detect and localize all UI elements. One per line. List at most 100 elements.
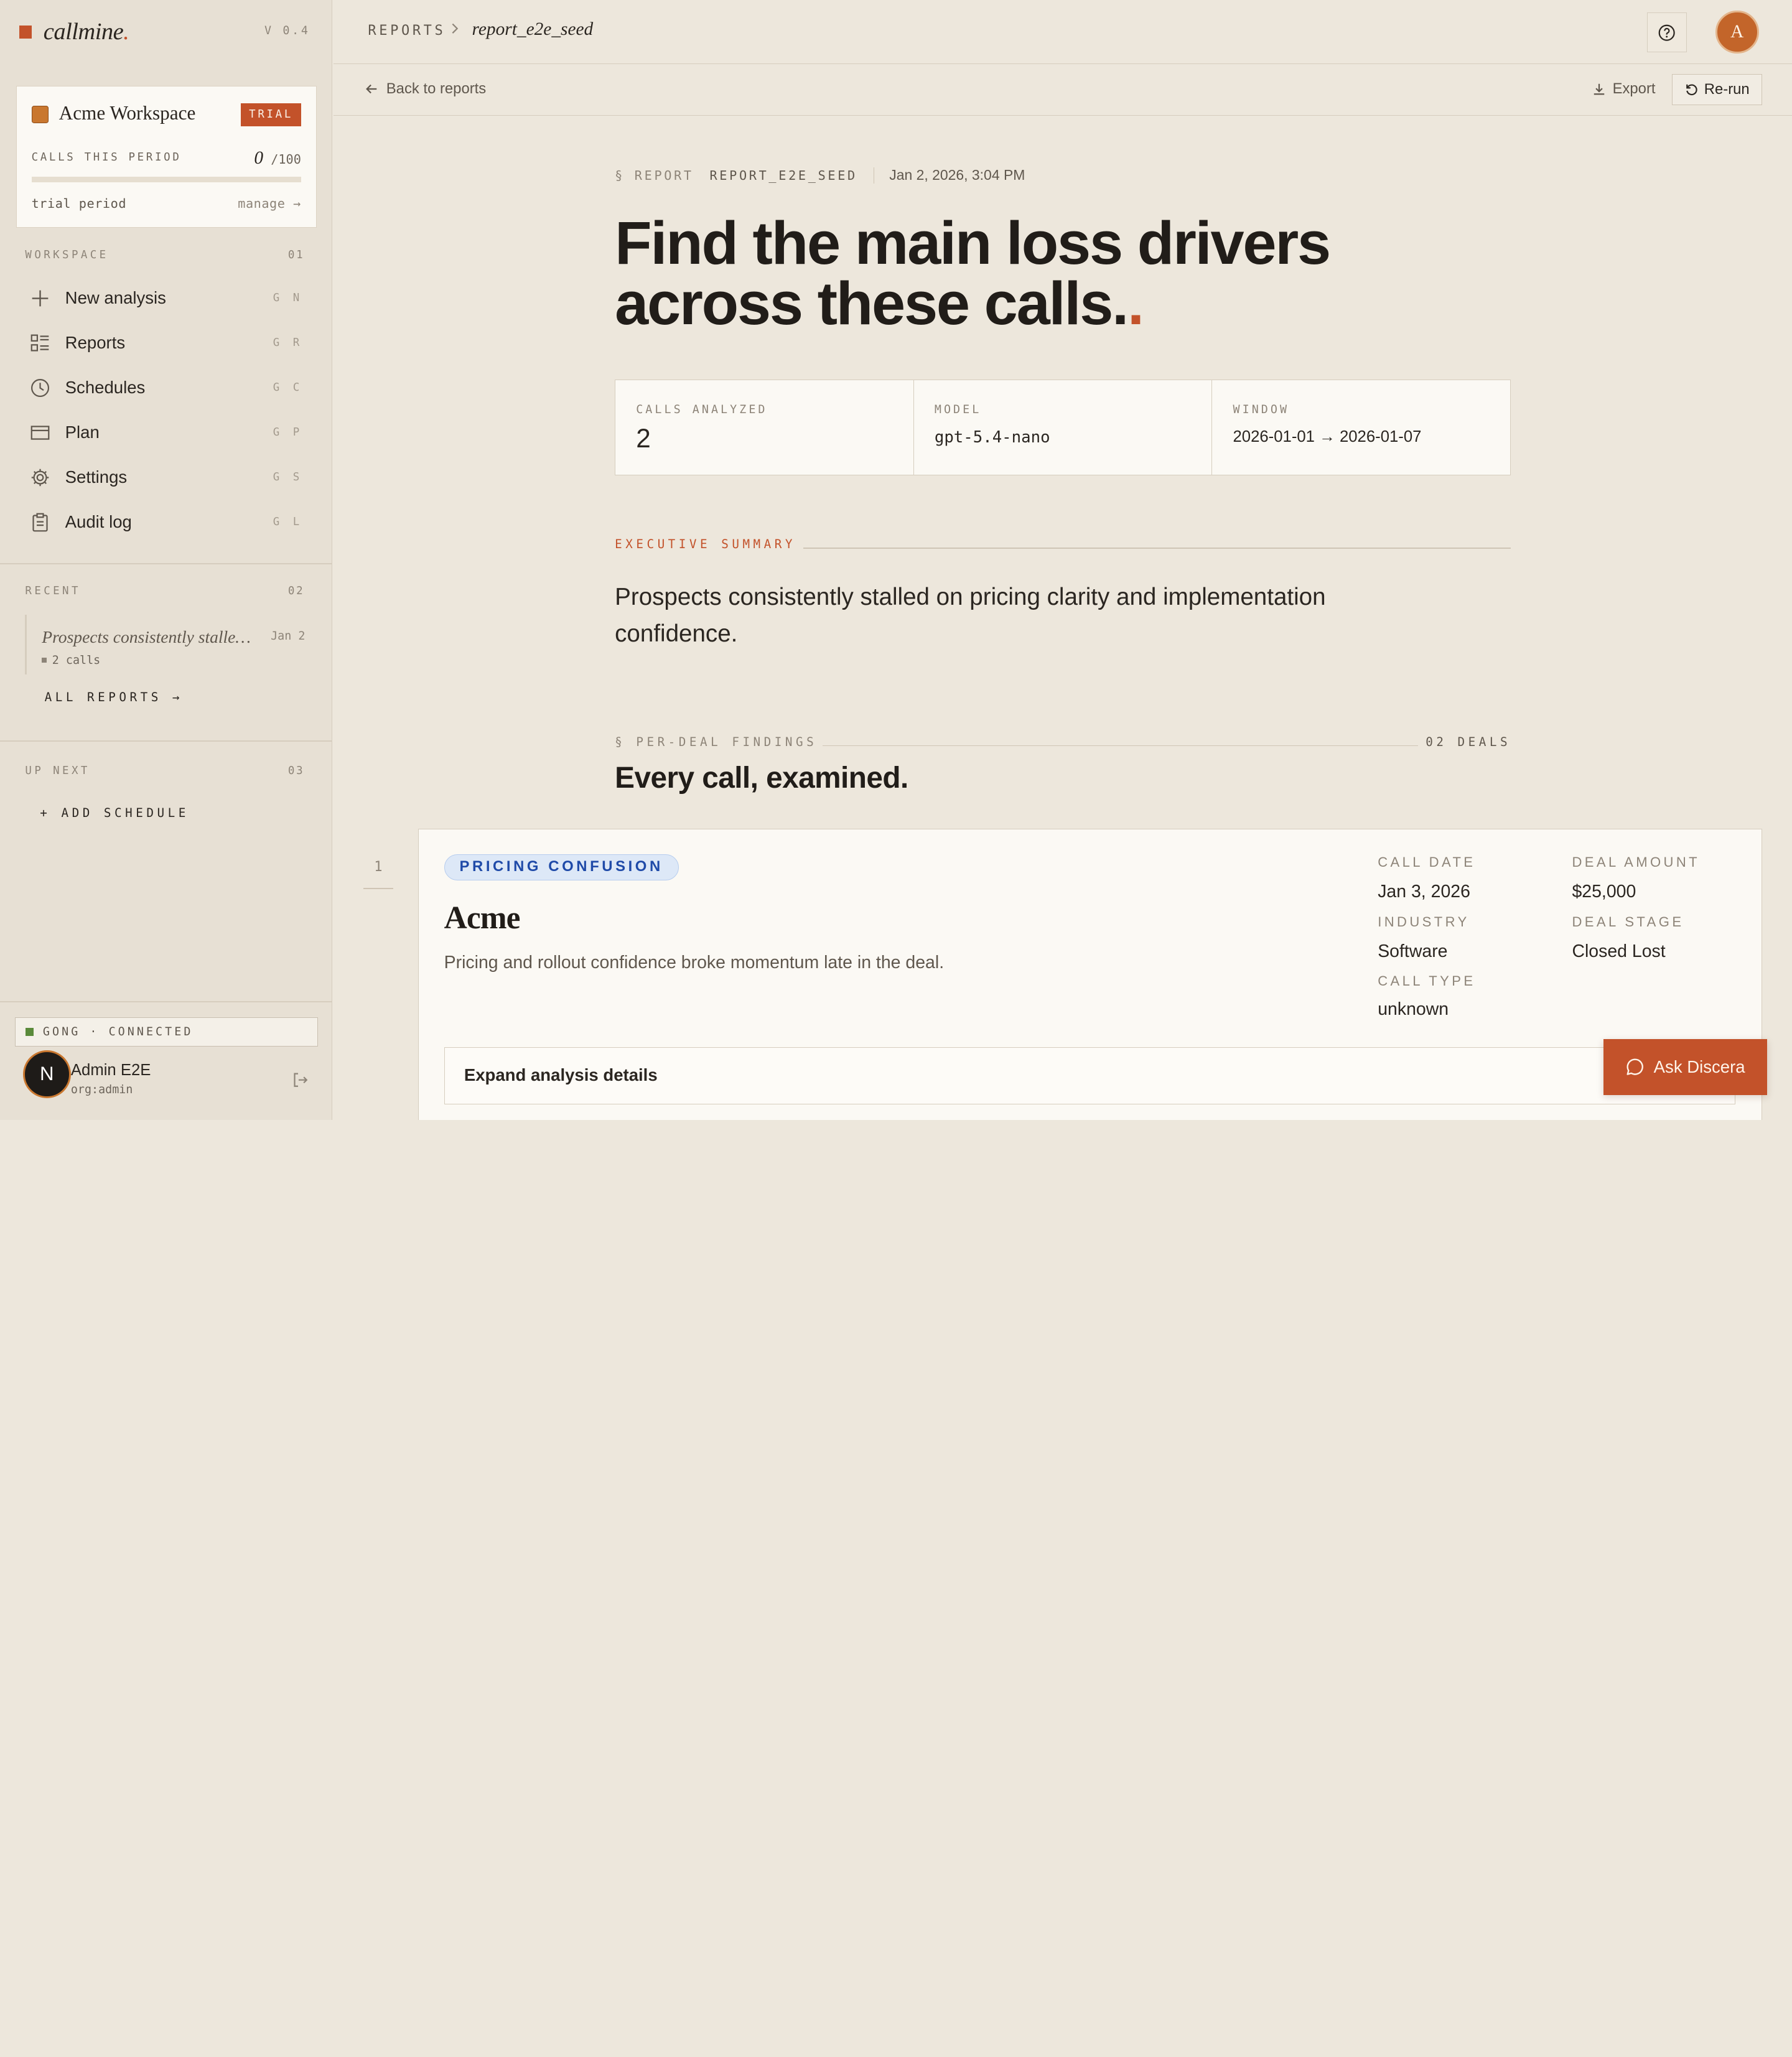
deal-summary: Pricing and rollout confidence broke mom… — [444, 952, 945, 973]
sidebar-item-label: New analysis — [65, 287, 166, 307]
stat-label: WINDOW — [1233, 403, 1290, 416]
export-button[interactable]: Export — [1592, 80, 1656, 98]
calls-period-value: 0 /100 — [254, 147, 301, 168]
workspace-name: Acme Workspace — [58, 102, 196, 124]
user-avatar[interactable]: N — [22, 1050, 71, 1099]
rerun-button[interactable]: Re-run — [1672, 74, 1763, 105]
breadcrumb-current: report_e2e_seed — [472, 19, 594, 40]
stat-calls-analyzed: CALLS ANALYZED 2 — [615, 380, 914, 475]
rerun-label: Re-run — [1704, 81, 1750, 98]
workspace-section-label: WORKSPACE — [25, 249, 109, 262]
sidebar-item-label: Reports — [65, 332, 126, 352]
back-to-reports-link[interactable]: Back to reports — [365, 80, 486, 98]
integration-status[interactable]: GONG · CONNECTED — [14, 1017, 318, 1047]
ask-discera-button[interactable]: Ask Discera — [1603, 1038, 1767, 1095]
per-deal-count: 02 DEALS — [1426, 734, 1511, 749]
recent-report-title: Prospects consistently stalled on pricin… — [42, 627, 254, 647]
refresh-icon — [1686, 84, 1697, 96]
clock-icon — [30, 378, 49, 397]
brand-mark-icon — [19, 26, 32, 39]
per-deal-title: Every call, examined. — [615, 762, 908, 795]
add-schedule-button[interactable]: + ADD SCHEDULE — [40, 806, 189, 820]
stat-model: MODEL gpt-5.4-nano — [914, 380, 1213, 475]
call-date-label: CALL DATE — [1378, 854, 1476, 870]
user-org: org:admin — [70, 1083, 133, 1097]
sidebar-item-settings[interactable]: Settings G S — [16, 455, 317, 500]
clipboard-icon — [32, 513, 48, 532]
shortcut-hint: G C — [273, 381, 303, 394]
brand-logo[interactable]: callmine. — [19, 18, 129, 45]
plus-icon — [32, 290, 49, 307]
shortcut-hint: G S — [273, 470, 303, 483]
recent-report-date: Jan 2 — [271, 630, 306, 643]
meta-divider — [873, 167, 875, 184]
sidebar-item-label: Plan — [65, 422, 100, 442]
per-deal-label: § PER-DEAL FINDINGS — [615, 734, 818, 749]
recent-section-label: RECENT — [25, 585, 81, 598]
sidebar-divider — [0, 1001, 333, 1002]
workspace-section-count: 01 — [287, 249, 305, 262]
chat-bubble-icon — [1626, 1058, 1643, 1075]
logout-icon[interactable] — [291, 1071, 309, 1089]
shortcut-hint: G N — [273, 291, 303, 304]
sidebar-item-new-analysis[interactable]: New analysis G N — [16, 276, 317, 320]
sidebar-item-audit-log[interactable]: Audit log G L — [16, 500, 317, 544]
shortcut-hint: G P — [273, 426, 303, 439]
sidebar-item-reports[interactable]: Reports G R — [16, 320, 317, 365]
recent-section-count: 02 — [287, 585, 305, 598]
chevron-right-icon — [452, 23, 459, 34]
top-bar: REPORTS report_e2e_seed A — [334, 0, 1792, 64]
account-avatar[interactable]: A — [1715, 10, 1759, 54]
deal-amount-label: DEAL AMOUNT — [1572, 854, 1701, 870]
industry-value: Software — [1378, 941, 1448, 961]
stat-label: CALLS ANALYZED — [636, 403, 768, 416]
executive-summary-label: EXECUTIVE SUMMARY — [615, 537, 796, 552]
sidebar-divider — [0, 740, 333, 742]
upnext-section-label: UP NEXT — [25, 764, 90, 777]
executive-summary-text: Prospects consistently stalled on pricin… — [615, 584, 1326, 647]
ask-discera-label: Ask Discera — [1653, 1056, 1745, 1076]
recent-report-item[interactable]: Prospects consistently stalled on pricin… — [25, 615, 316, 674]
sidebar-item-plan[interactable]: Plan G P — [16, 410, 317, 455]
report-headline: Find the main loss drivers across these … — [615, 208, 1331, 337]
list-icon — [30, 334, 49, 352]
connected-status-icon — [26, 1028, 34, 1036]
sidebar-item-label: Settings — [65, 467, 128, 487]
stat-value: 2026-01-01 → 2026-01-07 — [1233, 427, 1422, 445]
report-date: Jan 2, 2026, 3:04 PM — [889, 167, 1025, 184]
finding-tag: PRICING CONFUSION — [444, 854, 679, 881]
shortcut-hint: G L — [273, 515, 303, 528]
breadcrumb-reports[interactable]: REPORTS — [368, 23, 446, 39]
trial-period-text: trial period — [31, 196, 127, 212]
stat-window: WINDOW 2026-01-01 → 2026-01-07 — [1212, 380, 1510, 475]
export-label: Export — [1612, 80, 1656, 97]
manage-link[interactable]: manage → — [238, 196, 301, 211]
workspace-card[interactable]: Acme Workspace TRIAL CALLS THIS PERIOD 0… — [16, 85, 317, 228]
report-toolbar: Back to reports Export Re-run — [334, 65, 1792, 116]
report-id: REPORT_E2E_SEED — [709, 167, 857, 183]
call-type-label: CALL TYPE — [1378, 973, 1476, 989]
brand-name: callmine. — [43, 19, 129, 45]
stat-value: gpt-5.4-nano — [934, 427, 1050, 447]
sidebar: callmine. V 0.4 Acme Workspace TRIAL CAL… — [0, 0, 333, 1120]
call-date-value: Jan 3, 2026 — [1378, 882, 1470, 902]
help-button[interactable] — [1646, 12, 1687, 53]
user-name: Admin E2E — [70, 1061, 151, 1080]
call-type-value: unknown — [1378, 999, 1449, 1020]
deal-stage-value: Closed Lost — [1572, 941, 1666, 961]
section-rule — [823, 745, 1419, 747]
report-meta: § REPORT REPORT_E2E_SEED Jan 2, 2026, 3:… — [615, 167, 1025, 184]
expand-analysis-toggle[interactable]: Expand analysis details — [444, 1047, 1736, 1105]
upnext-section-count: 03 — [287, 764, 305, 777]
shortcut-hint: G R — [273, 336, 303, 349]
sidebar-item-schedules[interactable]: Schedules G C — [16, 365, 317, 410]
back-to-reports-label: Back to reports — [386, 80, 487, 97]
deal-index: 1 — [374, 859, 383, 875]
card-icon — [30, 426, 50, 440]
report-meta-prefix: § REPORT — [615, 167, 694, 183]
version-label: V 0.4 — [264, 24, 310, 37]
stat-label: MODEL — [934, 403, 982, 416]
all-reports-link[interactable]: ALL REPORTS → — [45, 690, 183, 704]
sidebar-item-label: Schedules — [65, 377, 146, 397]
calls-period-label: CALLS THIS PERIOD — [31, 151, 182, 164]
